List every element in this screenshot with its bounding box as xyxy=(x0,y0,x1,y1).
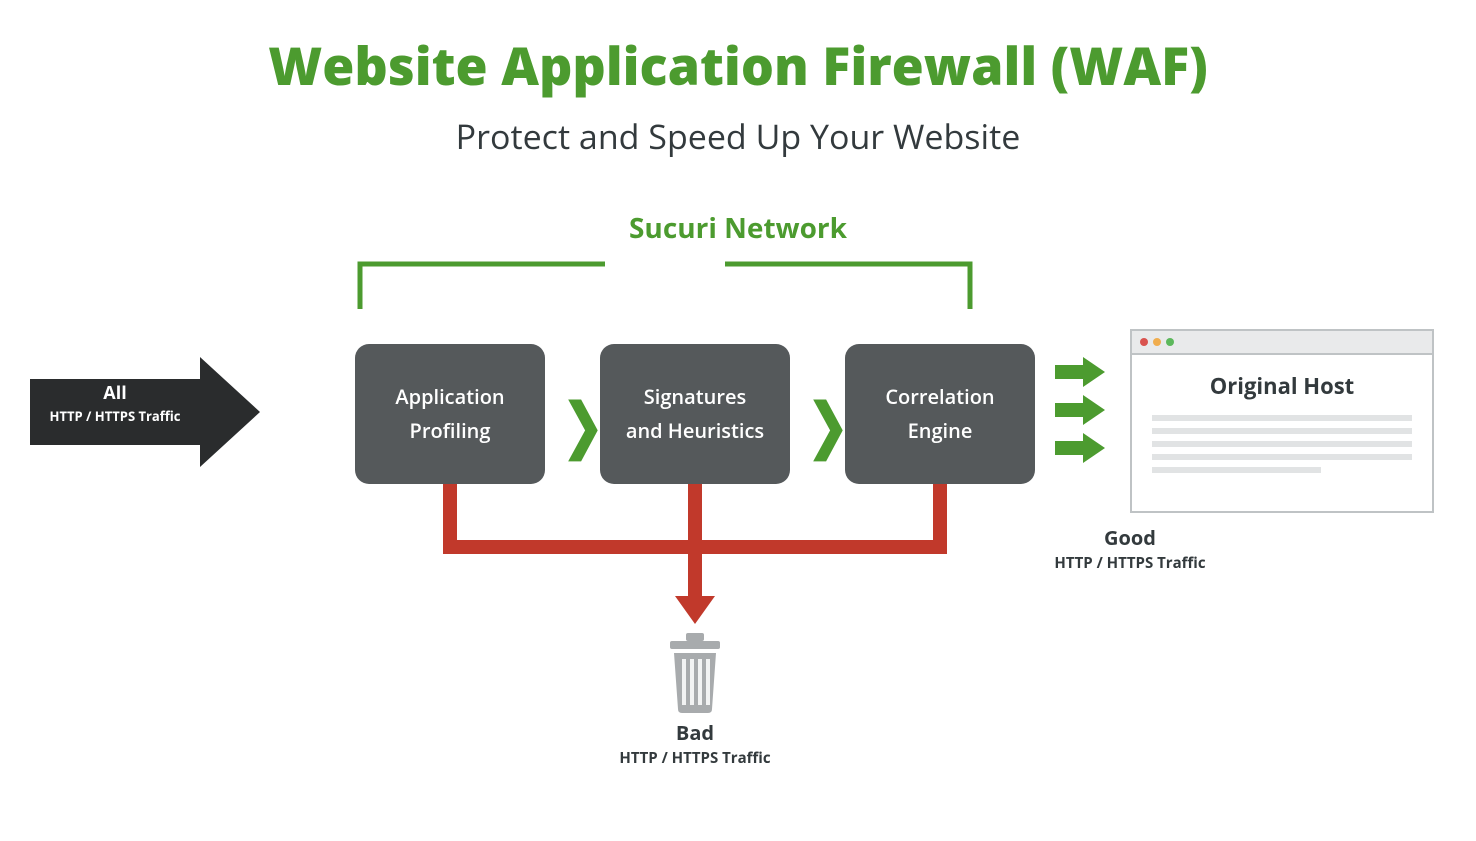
page-title: Website Application Firewall (WAF) xyxy=(0,30,1476,101)
node-signatures-heuristics: Signatures and Heuristics xyxy=(600,344,790,484)
browser-window-icon: Original Host xyxy=(1130,329,1434,513)
good-traffic-label: Good HTTP / HTTPS Traffic xyxy=(1040,524,1220,573)
page-subtitle: Protect and Speed Up Your Website xyxy=(0,113,1476,159)
trash-icon xyxy=(660,629,730,719)
original-host-label: Original Host xyxy=(1152,371,1412,401)
bad-traffic-flow-icon xyxy=(355,484,1035,624)
incoming-label-line1: All xyxy=(30,381,200,405)
chevron-icon: ❯ xyxy=(562,382,604,464)
chevron-icon: ❯ xyxy=(807,382,849,464)
network-label: Sucuri Network xyxy=(0,209,1476,247)
node-correlation-engine: Correlation Engine xyxy=(845,344,1035,484)
incoming-arrow: All HTTP / HTTPS Traffic xyxy=(30,357,260,467)
incoming-label-line2: HTTP / HTTPS Traffic xyxy=(30,407,200,425)
window-close-dot-icon xyxy=(1140,338,1148,346)
good-arrows-icon xyxy=(1055,349,1105,471)
window-min-dot-icon xyxy=(1153,338,1161,346)
bracket-icon xyxy=(355,249,975,309)
window-max-dot-icon xyxy=(1166,338,1174,346)
node-application-profiling: Application Profiling xyxy=(355,344,545,484)
bad-traffic-label: Bad HTTP / HTTPS Traffic xyxy=(560,719,830,768)
diagram-canvas: Sucuri Network All HTTP / HTTPS Traffic … xyxy=(0,189,1476,789)
